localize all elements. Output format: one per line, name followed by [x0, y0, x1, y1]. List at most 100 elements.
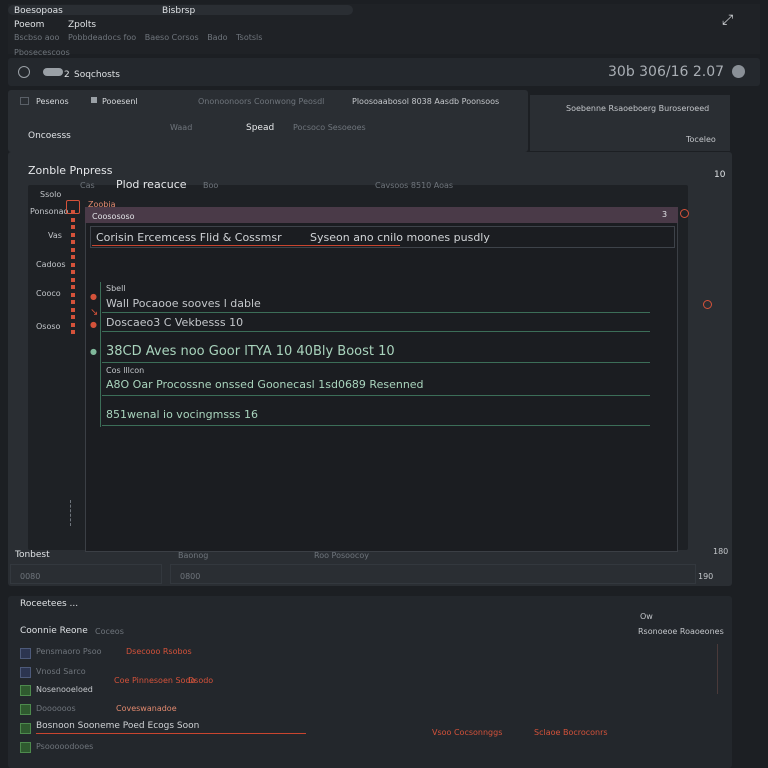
square-icon — [91, 97, 97, 103]
sidebar-item[interactable]: Cadoos — [36, 260, 66, 269]
tab-after[interactable]: Boo — [203, 181, 218, 190]
menu-item[interactable]: Pobbdeadocs foo — [68, 33, 136, 42]
list-item-mid: Coveswanadoe — [116, 704, 177, 713]
bullet-icon: ● — [90, 347, 97, 356]
input-right[interactable]: Syseon ano cnilo moones pusdly — [310, 231, 490, 244]
list-item-mid: Dsecooo Rsobos — [126, 647, 192, 656]
row-checkbox[interactable] — [20, 648, 31, 659]
section-label: Sbell — [106, 284, 126, 293]
warn-icon: ↘ — [90, 307, 99, 318]
list-item-mid: Coe Pinnesoen Sodo — [114, 676, 196, 685]
list-item-mid: Dsodo — [188, 676, 214, 685]
page-title: Zonble Pnpress — [28, 164, 113, 177]
bottom-right-item[interactable]: Vsoo Cocsonnggs — [432, 728, 502, 737]
sidebar-item[interactable]: Ponsonao — [30, 207, 68, 216]
checkbox-icon[interactable] — [20, 97, 29, 105]
menu-item[interactable]: Tsotsls — [236, 33, 262, 42]
footer-mid-field[interactable] — [170, 564, 696, 584]
dialog-tab[interactable]: Zoobia — [88, 200, 115, 209]
dialog-title: Coosososo — [92, 212, 135, 221]
cmd-tab-more[interactable]: Pocsoco Sesoeoes — [293, 123, 366, 132]
account-avatar[interactable] — [732, 65, 745, 78]
bottom-right-item[interactable]: Sclaoe Bocroconrs — [534, 728, 608, 737]
dialog-header — [85, 207, 678, 223]
sidebar-item[interactable]: Ososo — [36, 322, 60, 331]
right-badge: Toceleo — [686, 135, 716, 144]
bottom-scrollbar[interactable] — [708, 644, 718, 694]
footer-right: 180 — [713, 547, 729, 556]
list-item-label[interactable]: Pensmaoro Psoo — [36, 647, 101, 656]
divider — [102, 312, 650, 313]
search-input[interactable]: Soqchosts — [74, 70, 120, 80]
menu-item[interactable]: Baeso Corsos — [145, 33, 199, 42]
close-button[interactable]: 3 — [662, 210, 667, 219]
bullet-icon: ● — [90, 292, 97, 301]
cmd-right: Soebenne Rsaoeboerg Buroseroeed — [566, 104, 710, 113]
bottom-section-label-2: Coceos — [95, 627, 124, 636]
sidebar-item[interactable]: Vas — [48, 231, 62, 240]
menu-points[interactable]: Zpolts — [68, 20, 96, 30]
footer-field[interactable] — [10, 564, 162, 584]
input-underline — [92, 245, 400, 246]
cmd-item-1[interactable]: Pesenos — [36, 97, 69, 106]
cmd-tab-speed[interactable]: Spead — [246, 123, 274, 133]
search-toggle[interactable] — [43, 68, 63, 76]
divider — [102, 425, 650, 426]
bottom-title: Roceetees ... — [20, 599, 79, 609]
footer-label: Tonbest — [15, 550, 50, 560]
tab-muted[interactable]: Cas — [80, 181, 95, 190]
counter: 10 — [714, 170, 726, 180]
content-line: A8O Oar Procossne onssed Goonecasl 1sd06… — [106, 378, 424, 391]
list-item-label[interactable]: Doooooos — [36, 704, 76, 713]
menu-profile[interactable]: Poeom — [14, 20, 44, 30]
bullet-icon: ● — [90, 320, 97, 329]
sidebar-item[interactable]: Cooco — [36, 289, 61, 298]
section-label: Cos lllcon — [106, 366, 145, 375]
datetime-readout: 30b 306/16 2.07 — [608, 64, 725, 80]
input-left[interactable]: Corisin Ercemcess Flid & Cossmsr — [96, 231, 282, 244]
search-prefix: 2 — [64, 70, 70, 80]
divider — [102, 395, 650, 396]
breadcrumb[interactable]: Pbosecescoos — [14, 48, 70, 57]
row-checkbox[interactable] — [20, 742, 31, 753]
list-item-label[interactable]: Nosenooeloed — [36, 685, 93, 694]
divider — [102, 362, 650, 363]
footer-right-value: 190 — [698, 572, 714, 581]
tab-active[interactable]: Plod reacuce — [116, 178, 187, 191]
menu-item[interactable]: Bado — [207, 33, 227, 42]
divider — [102, 331, 650, 332]
row-checkbox[interactable] — [20, 723, 31, 734]
scroll-track[interactable] — [70, 500, 76, 526]
row-checkbox[interactable] — [20, 704, 31, 715]
row-checkbox[interactable] — [20, 685, 31, 696]
footer-mid-2: Roo Posoocoy — [314, 551, 369, 560]
list-item-label[interactable]: Bosnoon Sooneme Poed Ecogs Soon — [36, 721, 199, 731]
cmd-center: Ononoonoors Coonwong Peosdl — [198, 97, 325, 106]
list-item-label[interactable]: Vnosd Sarco — [36, 667, 86, 676]
expand-icon[interactable]: ⤢ — [722, 12, 750, 34]
bottom-section-label: Coonnie Reone — [20, 626, 88, 636]
progress-track — [71, 210, 75, 338]
row-checkbox[interactable] — [20, 667, 31, 678]
tab-right[interactable]: Cavsoos 8510 Aoas — [375, 181, 453, 190]
window-title: Bisbrsp — [162, 6, 196, 16]
cmd-item-2[interactable]: Pooesenl — [102, 97, 138, 106]
menu-row: Bscbso aoo Pobbdeadocs foo Baeso Corsos … — [14, 33, 268, 42]
menu-item[interactable]: Bscbso aoo — [14, 33, 59, 42]
list-item-label[interactable]: Psooooodooes — [36, 742, 93, 751]
dialog-tab-marker — [66, 200, 80, 214]
close-icon[interactable] — [680, 209, 689, 218]
content-line: 851wenal io vocingmsss 16 — [106, 408, 259, 421]
sidebar-item[interactable]: Ssolo — [40, 190, 61, 199]
status-ring-icon — [18, 66, 30, 78]
scroll-handle-icon[interactable] — [703, 300, 712, 309]
content-line: Doscaeo3 C Vekbesss 10 — [106, 316, 244, 329]
footer-mid: Baonog — [178, 551, 209, 560]
row-underline — [36, 733, 306, 734]
cmd-tab-wad[interactable]: Waad — [170, 123, 192, 132]
content-line: Wall Pocaooe sooves l dable — [106, 297, 261, 310]
app-title: Boesopoas — [14, 6, 63, 16]
bottom-right-sub: Rsonoeoe Roaoeones — [638, 627, 724, 636]
section-label: Oncoesss — [28, 131, 71, 141]
content-line: 38CD Aves noo Goor lTYA 10 40Bly Boost 1… — [106, 344, 395, 359]
